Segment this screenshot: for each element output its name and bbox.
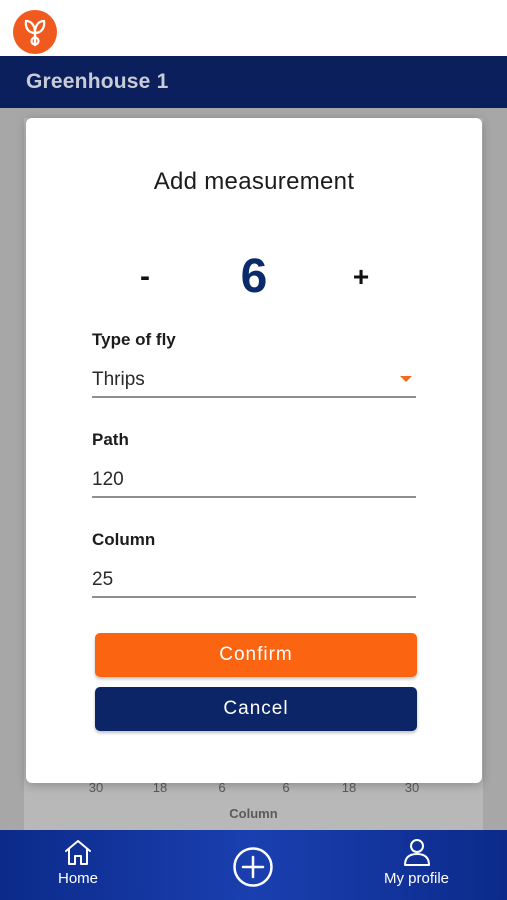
nav-home[interactable]: Home (58, 838, 98, 887)
sprout-icon (13, 10, 57, 54)
add-measurement-dialog: Add measurement - 6 + Type of fly Thrips… (26, 118, 482, 783)
dialog-title: Add measurement (153, 168, 355, 195)
path-value: 120 (92, 469, 124, 490)
background-chart-x-axis: 30 18 6 6 18 30 (24, 780, 483, 800)
path-input[interactable]: 120 (92, 468, 416, 498)
decrement-button[interactable]: - (128, 260, 162, 294)
nav-profile-label: My profile (384, 870, 450, 887)
column-label: Column (92, 530, 156, 549)
fly-type-field: Type of fly Thrips (92, 330, 416, 398)
home-icon (65, 840, 91, 865)
background-chart-x-title: Column (229, 806, 278, 821)
user-icon (403, 839, 430, 866)
path-field: Path 120 (92, 430, 416, 498)
nav-profile[interactable]: My profile (384, 838, 449, 887)
fly-type-label: Type of fly (92, 330, 176, 349)
plus-circle-icon (233, 847, 273, 887)
fly-type-select[interactable]: Thrips (92, 368, 416, 398)
nav-home-label: Home (58, 870, 99, 887)
path-label: Path (92, 430, 129, 449)
status-bar (0, 0, 507, 56)
fly-type-value: Thrips (92, 369, 145, 390)
column-value: 25 (92, 569, 114, 590)
app-header: Greenhouse 1 (0, 56, 507, 108)
nav-add-button[interactable] (232, 846, 274, 888)
cancel-button[interactable]: Cancel (95, 687, 417, 731)
caret-down-icon (400, 376, 412, 382)
page-title: Greenhouse 1 (26, 70, 169, 93)
column-field: Column 25 (92, 530, 416, 598)
increment-button[interactable]: + (344, 260, 378, 294)
bottom-nav: Home My profile (0, 830, 507, 900)
count-value: 6 (240, 250, 268, 303)
column-input[interactable]: 25 (92, 568, 416, 598)
confirm-button[interactable]: Confirm (95, 633, 417, 677)
count-stepper: - 6 + (26, 246, 482, 316)
